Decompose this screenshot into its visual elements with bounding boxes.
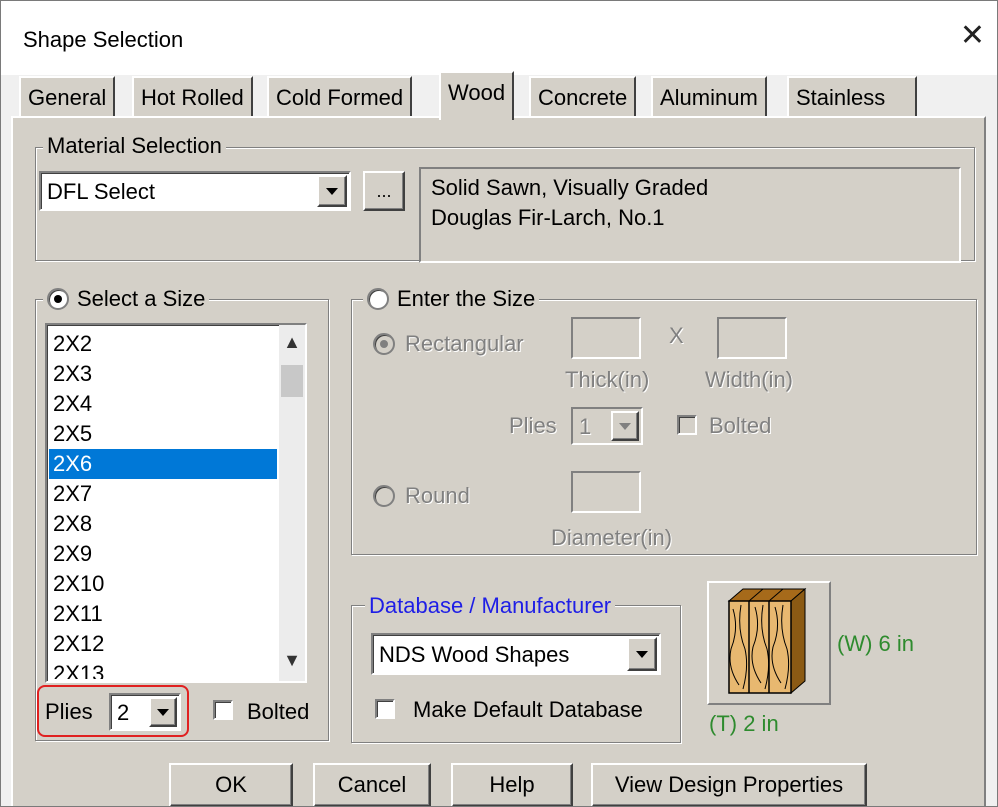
material-browse-button[interactable]: ... — [363, 171, 405, 211]
browse-label: ... — [376, 181, 392, 201]
tab-wood[interactable]: Wood — [439, 71, 515, 120]
diameter-label: Diameter(in) — [551, 525, 673, 550]
make-default-label: Make Default Database — [413, 697, 643, 722]
window-title: Shape Selection — [23, 27, 184, 52]
material-select-value: DFL Select — [47, 179, 156, 204]
select-size-radio[interactable] — [47, 288, 69, 310]
help-button[interactable]: Help — [451, 763, 573, 806]
material-description: Solid Sawn, Visually Graded Douglas Fir-… — [419, 167, 961, 263]
cancel-button-label: Cancel — [337, 772, 407, 797]
bolted-label: Bolted — [247, 699, 310, 724]
enter-size-legend: Enter the Size — [363, 286, 540, 311]
shape-selection-dialog: Shape Selection ✕ General Hot Rolled Col… — [0, 0, 998, 807]
view-design-properties-label: View Design Properties — [614, 772, 844, 797]
wood-section-icon — [727, 587, 807, 695]
enter-size-radio[interactable] — [367, 288, 389, 310]
chevron-down-icon — [157, 708, 169, 716]
list-item[interactable]: 2X3 — [49, 359, 277, 389]
rectangular-label: Rectangular — [405, 331, 524, 356]
thick-input[interactable] — [571, 317, 641, 359]
enter-plies-select[interactable]: 1 — [571, 407, 643, 445]
material-selection-legend: Material Selection — [43, 135, 226, 157]
size-list-scrollbar[interactable]: ▲ ▼ — [279, 325, 305, 681]
list-item[interactable]: 2X8 — [49, 509, 277, 539]
help-button-label: Help — [489, 772, 535, 797]
database-dropdown-button[interactable] — [627, 637, 657, 671]
shape-preview — [707, 581, 831, 705]
enter-bolted-checkbox[interactable] — [677, 415, 697, 435]
material-select[interactable]: DFL Select — [39, 171, 351, 211]
thickness-dimension-label: (T) 2 in — [709, 711, 779, 736]
round-label: Round — [405, 483, 470, 508]
plies-value: 2 — [117, 700, 130, 725]
rectangular-radio[interactable] — [373, 333, 395, 355]
database-select[interactable]: NDS Wood Shapes — [371, 633, 661, 675]
plies-label: Plies — [45, 699, 93, 724]
size-list[interactable]: 2X2 2X3 2X4 2X5 2X6 2X7 2X8 2X9 2X10 2X1… — [45, 323, 307, 683]
title-bar[interactable]: Shape Selection ✕ — [1, 1, 997, 75]
chevron-down-icon — [619, 422, 631, 430]
enter-bolted-label: Bolted — [709, 413, 772, 438]
ok-button-label: OK — [215, 772, 247, 797]
round-radio[interactable] — [373, 485, 395, 507]
make-default-checkbox[interactable] — [375, 699, 395, 719]
x-label: X — [669, 323, 684, 348]
list-item-selected[interactable]: 2X6 — [49, 449, 277, 479]
plies-select[interactable]: 2 — [109, 693, 181, 731]
width-label: Width(in) — [705, 367, 794, 392]
list-item[interactable]: 2X2 — [49, 329, 277, 359]
select-size-label: Select a Size — [77, 286, 206, 311]
tab-cold-formed[interactable]: Cold Formed — [267, 76, 413, 118]
list-item[interactable]: 2X7 — [49, 479, 277, 509]
list-item[interactable]: 2X9 — [49, 539, 277, 569]
width-input[interactable] — [717, 317, 787, 359]
view-design-properties-button[interactable]: View Design Properties — [591, 763, 867, 806]
enter-size-label: Enter the Size — [397, 286, 536, 311]
close-icon[interactable]: ✕ — [960, 21, 985, 51]
enter-plies-dropdown-button[interactable] — [611, 411, 639, 441]
list-item[interactable]: 2X10 — [49, 569, 277, 599]
scrollbar-thumb[interactable] — [281, 365, 303, 397]
thick-label: Thick(in) — [565, 367, 650, 392]
list-item[interactable]: 2X11 — [49, 599, 277, 629]
material-dropdown-button[interactable] — [317, 175, 347, 207]
database-legend: Database / Manufacturer — [365, 595, 616, 617]
plies-dropdown-button[interactable] — [149, 697, 177, 727]
width-dimension-label: (W) 6 in — [837, 631, 914, 656]
chevron-down-icon — [326, 187, 338, 195]
cancel-button[interactable]: Cancel — [313, 763, 431, 806]
tab-stainless[interactable]: Stainless — [787, 76, 917, 118]
material-description-line2: Douglas Fir-Larch, No.1 — [431, 205, 665, 230]
scroll-down-icon[interactable]: ▼ — [279, 647, 305, 673]
list-item[interactable]: 2X13 — [49, 659, 277, 679]
enter-plies-label: Plies — [509, 413, 557, 438]
list-item[interactable]: 2X12 — [49, 629, 277, 659]
tab-concrete[interactable]: Concrete — [529, 76, 637, 118]
diameter-input[interactable] — [571, 471, 641, 513]
ok-button[interactable]: OK — [169, 763, 293, 806]
bolted-checkbox[interactable] — [213, 700, 233, 720]
tab-hot-rolled[interactable]: Hot Rolled — [132, 76, 253, 118]
database-select-value: NDS Wood Shapes — [379, 642, 570, 667]
list-item[interactable]: 2X4 — [49, 389, 277, 419]
size-list-items: 2X2 2X3 2X4 2X5 2X6 2X7 2X8 2X9 2X10 2X1… — [49, 325, 279, 679]
tab-aluminum[interactable]: Aluminum — [651, 76, 767, 118]
scroll-up-icon[interactable]: ▲ — [279, 329, 305, 355]
select-size-legend: Select a Size — [43, 286, 210, 311]
list-item[interactable]: 2X5 — [49, 419, 277, 449]
tab-general[interactable]: General — [19, 76, 116, 118]
enter-plies-value: 1 — [579, 414, 592, 439]
chevron-down-icon — [636, 650, 648, 658]
material-description-line1: Solid Sawn, Visually Graded — [431, 175, 709, 200]
